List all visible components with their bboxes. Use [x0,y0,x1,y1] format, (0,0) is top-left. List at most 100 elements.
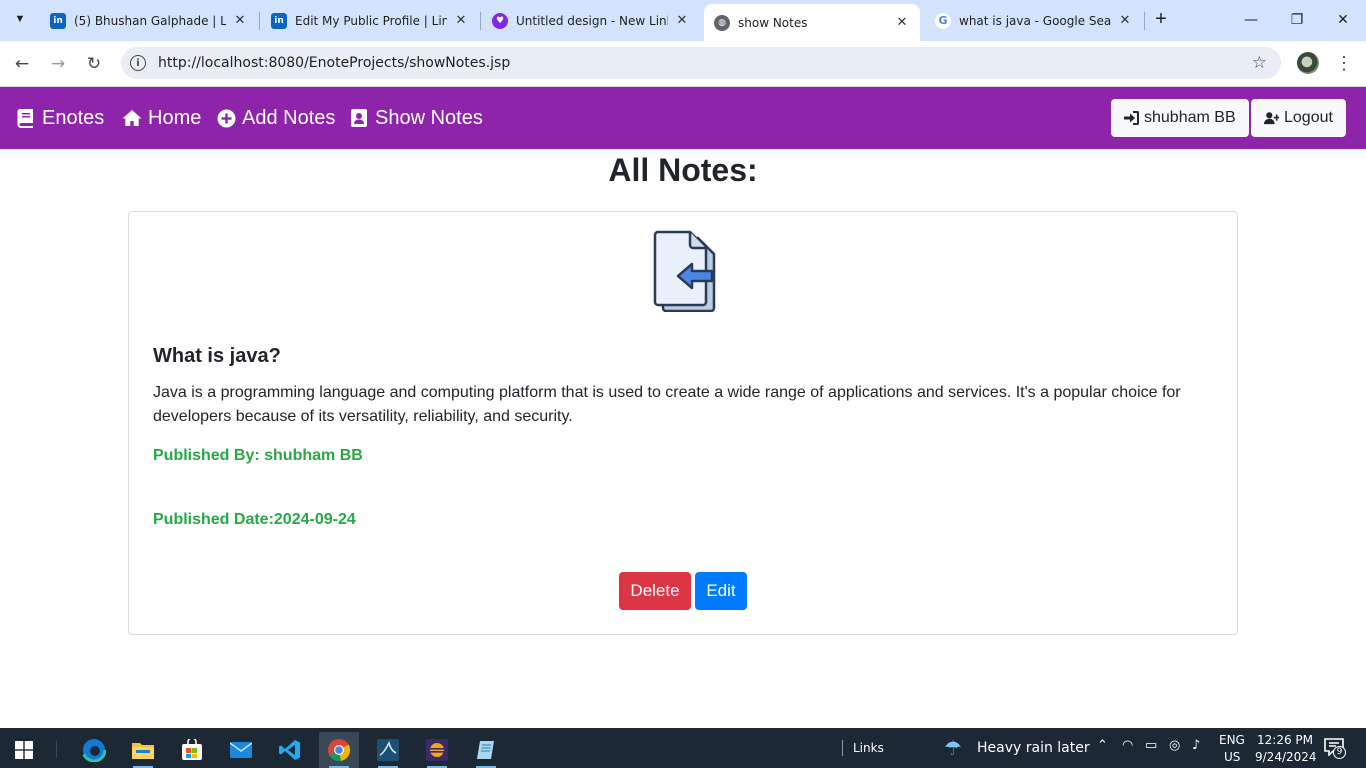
notification-badge: 9 [1333,746,1346,759]
url-text[interactable]: http://localhost:8080/EnoteProjects/show… [158,55,510,71]
note-body: Java is a programming language and compu… [153,384,1181,425]
page-title: All Notes: [608,152,758,188]
taskbar-notepad[interactable] [466,732,506,768]
notification-center-button[interactable]: 9 [1324,738,1346,759]
chevron-up-icon[interactable]: ⌃ [1097,738,1108,753]
nav-add-notes-label: Add Notes [242,106,336,129]
taskbar-mysql-workbench[interactable] [368,732,408,768]
close-icon[interactable]: ✕ [453,13,469,28]
close-icon[interactable]: ✕ [894,15,910,30]
delete-button[interactable]: Delete [619,572,691,610]
minimize-button[interactable]: — [1228,6,1274,34]
notepad-icon [477,741,494,759]
taskbar-divider [56,740,57,758]
volume-icon[interactable]: ♪ [1192,738,1200,753]
tab-title: what is java - Google Search [959,13,1111,28]
clock-date[interactable]: 9/24/2024 [1255,750,1317,764]
browser-tab[interactable]: in Edit My Public Profile | LinkedIn ✕ [261,5,479,36]
vscode-icon [279,740,300,760]
nav-show-notes-link[interactable]: Show Notes [349,87,483,149]
close-icon[interactable]: ✕ [674,13,690,28]
tab-title: Untitled design - New LinkedIn [516,13,668,28]
brand-text: Enotes [42,106,105,129]
clock-time[interactable]: 12:26 PM [1257,733,1313,747]
weather-text[interactable]: Heavy rain later [977,740,1090,756]
windows-taskbar: Links ☂ Heavy rain later ⌃ ◠ ▭ ◎ ♪ ENG U… [0,728,1366,768]
taskbar-edge[interactable] [74,732,114,768]
folder-icon [132,743,154,759]
taskbar-vscode[interactable] [270,732,310,768]
tab-divider [1144,12,1145,30]
star-icon[interactable]: ☆ [1252,53,1267,73]
wifi-icon[interactable]: ◠ [1122,738,1133,753]
taskbar-chrome[interactable] [319,732,359,768]
workbench-icon [377,739,399,761]
app-navbar: Enotes Home Add Notes Show Notes shubham… [0,87,1366,149]
note-published-by: Published By: shubham BB [153,447,363,464]
edge-icon [82,738,106,762]
browser-tab[interactable]: ♥ Untitled design - New LinkedIn ✕ [482,5,700,36]
profile-avatar[interactable] [1297,52,1319,74]
user-plus-icon [1264,111,1279,126]
browser-tab-strip: ▼ in (5) Bhushan Galphade | LinkedIn ✕ i… [0,0,1366,41]
windows-icon [15,741,33,759]
forward-button[interactable]: → [44,50,72,78]
tab-divider [480,12,481,30]
chrome-icon [328,739,351,762]
globe-icon: ◍ [714,14,730,31]
sign-in-icon [1124,111,1139,126]
close-icon[interactable]: ✕ [1117,13,1133,28]
logout-button[interactable]: Logout [1251,99,1346,137]
taskbar-eclipse[interactable] [417,732,457,768]
battery-icon[interactable]: ▭ [1145,738,1157,753]
start-button[interactable] [4,732,44,768]
store-icon [182,739,202,760]
note-title: What is java? [153,345,281,367]
browser-tab[interactable]: in (5) Bhushan Galphade | LinkedIn ✕ [40,5,258,36]
arrow-right-icon: → [50,54,66,74]
taskbar-divider [842,740,843,756]
address-bar[interactable]: i http://localhost:8080/EnoteProjects/sh… [121,47,1281,79]
back-button[interactable]: ← [8,50,36,78]
tab-title: show Notes [738,15,808,30]
chevron-down-icon: ▼ [14,13,26,25]
browser-toolbar: ← → ↻ i http://localhost:8080/EnoteProje… [0,41,1366,87]
taskbar-store[interactable] [172,732,212,768]
tab-title: (5) Bhushan Galphade | LinkedIn [74,13,226,28]
tab-divider [259,12,260,30]
browser-tab-active[interactable]: ◍ show Notes ✕ [704,4,920,41]
logout-button-label: Logout [1284,109,1333,126]
edit-button[interactable]: Edit [695,572,747,610]
nav-home-label: Home [148,106,202,129]
nav-home-link[interactable]: Home [122,87,201,149]
arrow-left-icon: ← [14,54,30,74]
browser-tab[interactable]: G what is java - Google Search ✕ [925,5,1143,36]
home-icon [122,108,142,128]
plus-circle-icon [216,108,236,128]
tab-search-button[interactable]: ▼ [8,6,32,32]
reload-button[interactable]: ↻ [80,50,108,78]
language-bottom[interactable]: US [1224,750,1240,764]
tab-title: Edit My Public Profile | LinkedIn [295,13,447,28]
canva-icon: ♥ [492,12,508,29]
mail-icon [230,742,252,758]
meet-now-icon[interactable]: ◎ [1169,738,1180,753]
note-published-date: Published Date:2024-09-24 [153,511,356,528]
close-window-button[interactable]: ✕ [1320,6,1366,34]
linkedin-icon: in [271,12,287,29]
nav-add-notes-link[interactable]: Add Notes [216,87,335,149]
taskbar-mail[interactable] [221,732,261,768]
note-card: What is java? Java is a programming lang… [128,211,1238,635]
language-top[interactable]: ENG [1219,733,1245,747]
new-tab-button[interactable]: + [1150,8,1172,32]
eclipse-icon [426,739,448,761]
links-toolbar-label[interactable]: Links [853,741,884,755]
restore-button[interactable]: ❐ [1274,6,1320,34]
more-menu-icon[interactable]: ⋮ [1335,52,1353,74]
user-button[interactable]: shubham BB [1111,99,1249,137]
brand-link[interactable]: Enotes [16,87,104,149]
taskbar-file-explorer[interactable] [123,732,163,768]
note-document-icon [653,230,716,312]
close-icon[interactable]: ✕ [232,13,248,28]
info-icon[interactable]: i [130,55,146,71]
